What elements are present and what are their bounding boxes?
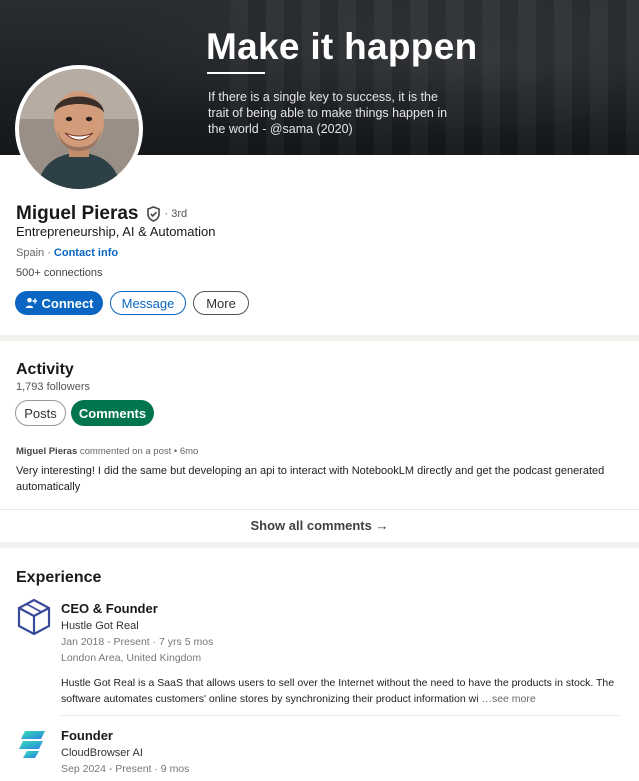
comment-author[interactable]: Miguel Pieras: [16, 446, 77, 457]
experience-item-dates: Jan 2018 - Present · 7 yrs 5 mos: [61, 636, 214, 648]
banner-rule: [207, 72, 265, 74]
show-all-comments-link[interactable]: Show all comments →: [0, 518, 639, 533]
add-person-icon: [25, 297, 37, 309]
banner-title: Make it happen: [206, 26, 478, 67]
experience-title: Experience: [16, 569, 102, 586]
avatar-photo: [19, 69, 139, 189]
contact-info-link[interactable]: Contact info: [54, 247, 118, 259]
comment-meta: Miguel Pieras commented on a post • 6mo: [16, 446, 198, 457]
cloudbrowser-ai-logo-icon[interactable]: [17, 729, 49, 764]
experience-item-description: Hustle Got Real is a SaaS that allows us…: [61, 675, 627, 707]
connections-count[interactable]: 500+ connections: [16, 267, 103, 279]
experience-item-title[interactable]: Founder: [61, 728, 113, 743]
experience-divider: [61, 715, 619, 716]
profile-name: Miguel Pieras: [16, 203, 139, 224]
verified-shield-icon[interactable]: [146, 206, 161, 222]
activity-section: Activity 1,793 followers Posts Comments …: [0, 341, 639, 542]
activity-divider: [0, 509, 639, 510]
name-row: Miguel Pieras · 3rd: [16, 203, 187, 225]
more-button[interactable]: More: [193, 291, 249, 315]
profile-headline: Entrepreneurship, AI & Automation: [16, 224, 216, 239]
hustle-got-real-logo-icon[interactable]: [17, 598, 51, 641]
see-more-link[interactable]: …see more: [481, 693, 535, 705]
followers-count: 1,793 followers: [16, 381, 90, 393]
banner-quote: If there is a single key to success, it …: [208, 90, 448, 136]
experience-item-dates: Sep 2024 - Present · 9 mos: [61, 763, 190, 775]
experience-item-title[interactable]: CEO & Founder: [61, 601, 158, 616]
profile-top-card: Make it happen If there is a single key …: [0, 0, 639, 335]
location-row: Spain · Contact info: [16, 247, 118, 259]
message-button[interactable]: Message: [110, 291, 186, 315]
comment-text[interactable]: Very interesting! I did the same but dev…: [16, 463, 616, 495]
profile-location: Spain ·: [16, 247, 54, 259]
connection-degree: · 3rd: [164, 208, 188, 220]
experience-item-company: Hustle Got Real: [61, 620, 139, 632]
experience-item-location: London Area, United Kingdom: [61, 652, 202, 664]
experience-item-company: CloudBrowser AI: [61, 747, 143, 759]
comment-meta-text: commented on a post • 6mo: [77, 446, 199, 457]
connect-label: Connect: [41, 295, 94, 311]
tab-posts[interactable]: Posts: [15, 400, 66, 426]
connect-button[interactable]: Connect: [15, 291, 103, 315]
activity-title: Activity: [16, 361, 74, 378]
experience-section: Experience CEO & Founder Hustle Got Real…: [0, 548, 639, 781]
tab-comments[interactable]: Comments: [71, 400, 154, 426]
avatar[interactable]: [15, 65, 143, 193]
